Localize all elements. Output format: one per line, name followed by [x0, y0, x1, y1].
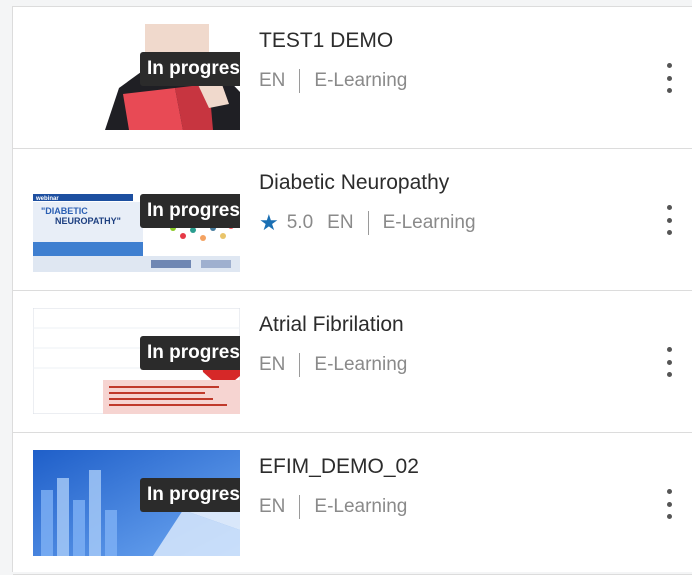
course-thumbnail[interactable]: In progress [33, 308, 240, 414]
meta-divider [299, 353, 301, 377]
thumbnail-line1: "DIABETIC [41, 206, 88, 216]
more-options-button[interactable] [663, 205, 675, 235]
course-title[interactable]: EFIM_DEMO_02 [259, 455, 419, 479]
course-item[interactable]: In progress Atrial Fibrilation EN E-Lear… [13, 291, 692, 433]
course-item[interactable]: In progress EFIM_DEMO_02 EN E-Learning [13, 433, 692, 575]
course-type: E-Learning [314, 354, 408, 375]
course-thumbnail[interactable]: In progress [33, 450, 240, 556]
status-badge: In progress [140, 52, 240, 86]
language-label: EN [259, 354, 286, 375]
course-type: E-Learning [314, 70, 408, 91]
course-rating: 5.0 [286, 212, 314, 233]
language-label: EN [259, 496, 286, 517]
more-vertical-icon [666, 63, 672, 68]
course-type: E-Learning [382, 212, 476, 233]
course-list: In progress TEST1 DEMO EN E-Learning web… [12, 6, 692, 575]
course-thumbnail[interactable]: webinar "DIABETIC NEUROPATHY" In progres… [33, 166, 240, 272]
more-vertical-icon [666, 205, 672, 210]
course-title[interactable]: Atrial Fibrilation [259, 313, 404, 337]
course-item[interactable]: webinar "DIABETIC NEUROPATHY" In progres… [13, 149, 692, 291]
star-icon: ★ [259, 210, 279, 235]
course-thumbnail[interactable]: In progress [33, 24, 240, 130]
language-label: EN [259, 70, 286, 91]
course-meta: EN E-Learning [259, 69, 407, 93]
meta-divider [299, 495, 301, 519]
language-label: EN [327, 212, 354, 233]
meta-divider [299, 69, 301, 93]
status-badge: In progress [140, 194, 240, 228]
thumbnail-banner-text: webinar [35, 196, 59, 202]
more-options-button[interactable] [663, 347, 675, 377]
more-options-button[interactable] [663, 489, 675, 519]
course-meta: ★ 5.0 EN E-Learning [259, 211, 476, 235]
more-vertical-icon [666, 489, 672, 494]
course-title[interactable]: TEST1 DEMO [259, 29, 393, 53]
course-title[interactable]: Diabetic Neuropathy [259, 171, 449, 195]
more-options-button[interactable] [663, 63, 675, 93]
course-item[interactable]: In progress TEST1 DEMO EN E-Learning [13, 7, 692, 149]
more-vertical-icon [666, 347, 672, 352]
course-meta: EN E-Learning [259, 353, 407, 377]
thumbnail-line2: NEUROPATHY" [55, 216, 121, 226]
status-badge: In progress [140, 336, 240, 370]
status-badge: In progress [140, 478, 240, 512]
course-type: E-Learning [314, 496, 408, 517]
meta-divider [367, 211, 369, 235]
course-meta: EN E-Learning [259, 495, 407, 519]
